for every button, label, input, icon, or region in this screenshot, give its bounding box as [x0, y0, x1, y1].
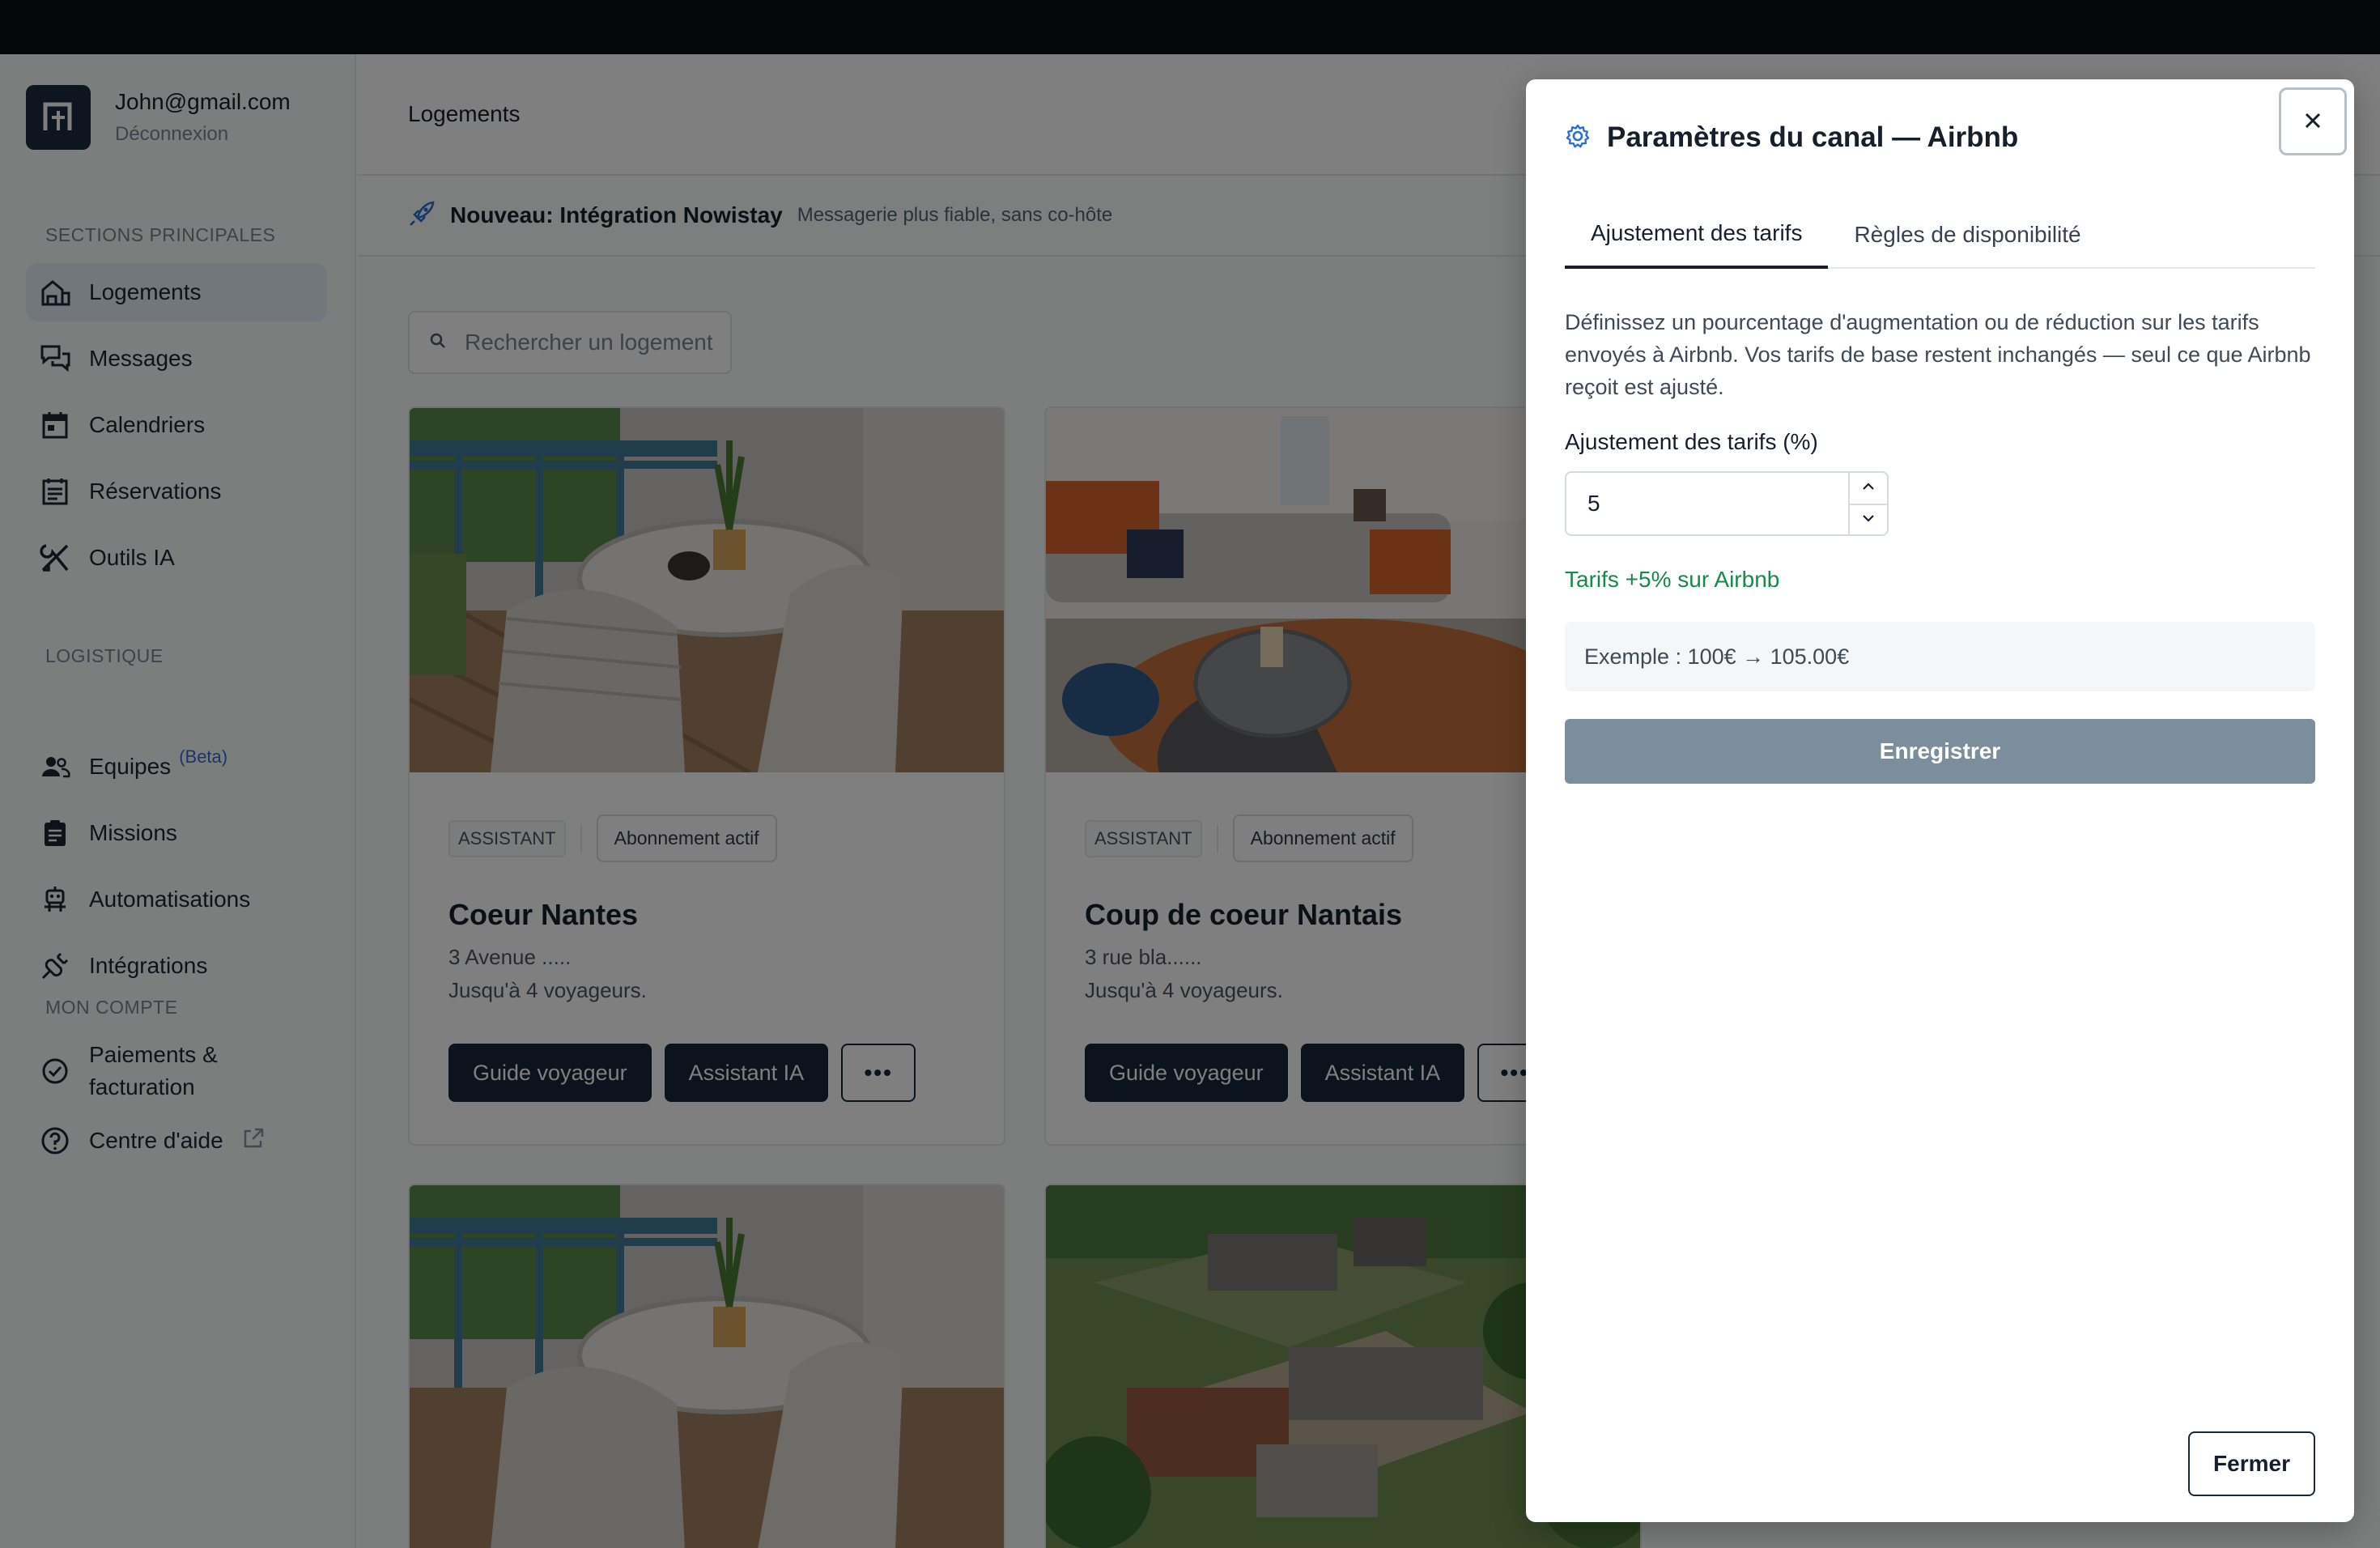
channel-settings-drawer: Paramètres du canal — Airbnb Ajustement … [1526, 79, 2354, 1522]
close-icon-button[interactable] [2279, 87, 2347, 155]
gear-icon [1565, 123, 1591, 153]
drawer-title: Paramètres du canal — Airbnb [1607, 121, 2019, 153]
percentage-stepper[interactable] [1565, 471, 1889, 536]
close-icon [2302, 110, 2323, 134]
top-black-bar [0, 0, 2380, 54]
increment-button[interactable] [1850, 473, 1887, 504]
example-box: Exemple : 100€ → 105.00€ [1565, 622, 2315, 691]
field-label: Ajustement des tarifs (%) [1565, 429, 1818, 454]
tab-regles-disponibilite[interactable]: Règles de disponibilité [1828, 201, 2106, 269]
stepper-controls [1848, 473, 1887, 534]
percentage-input[interactable] [1566, 473, 1850, 534]
chevron-down-icon [1861, 512, 1876, 527]
close-button[interactable]: Fermer [2188, 1431, 2315, 1496]
tab-ajustement-tarifs[interactable]: Ajustement des tarifs [1565, 201, 1829, 269]
decrement-button[interactable] [1850, 504, 1887, 534]
description-text: Définissez un pourcentage d'augmentation… [1565, 310, 2311, 399]
rate-status-text: Tarifs +5% sur Airbnb [1565, 567, 1780, 592]
drawer-tabs: Ajustement des tarifs Règles de disponib… [1565, 201, 2315, 269]
drawer-header: Paramètres du canal — Airbnb [1565, 121, 2018, 154]
save-button[interactable]: Enregistrer [1565, 719, 2315, 784]
chevron-up-icon [1861, 481, 1876, 495]
